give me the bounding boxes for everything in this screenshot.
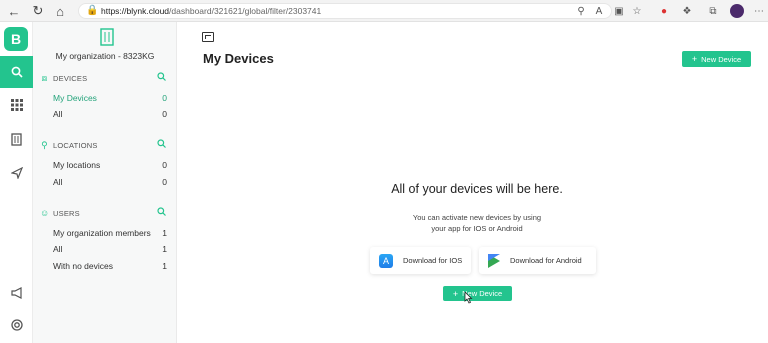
users-section-header: ☺ USERS [40,208,80,218]
sidebar-item-label: My locations [53,160,101,170]
sidebar-item-label: With no devices [53,261,113,271]
empty-state-title: All of your devices will be here. [391,182,563,196]
new-device-button[interactable]: + New Device [682,51,751,67]
item-count: 0 [162,160,167,170]
sidebar-item-label: All [53,177,63,187]
apps-grid-icon[interactable] [0,89,33,121]
sidebar-item-all-users[interactable]: All 1 [53,244,167,256]
more-icon[interactable]: ⋯ [752,4,766,18]
item-count: 0 [162,177,167,187]
sidebar-item-all-locations[interactable]: All 0 [53,177,167,189]
new-device-center-button[interactable]: + New Device [443,286,512,301]
mouse-cursor-icon [464,292,473,304]
page-title: My Devices [203,51,274,66]
button-label: New Device [701,54,742,64]
puzzle-icon[interactable]: ❖ [680,4,694,18]
empty-state-description: You can activate new devices by using yo… [377,212,577,234]
item-count: 1 [162,261,167,271]
sidebar-item-my-locations[interactable]: My locations 0 [53,160,167,172]
favorite-icon[interactable]: ☆ [630,4,644,18]
download-android-button[interactable]: Download for Android [479,247,596,274]
blynk-logo[interactable]: B [4,27,28,51]
lock-icon: 🔒 [86,5,99,16]
sidebar-item-all-devices[interactable]: All 0 [53,109,167,121]
sidebar-item-org-members[interactable]: My organization members 1 [53,228,167,240]
item-count: 1 [162,228,167,238]
sidebar-item-label: All [53,109,63,119]
sidebar-item-label: My Devices [53,93,97,103]
home-icon[interactable]: ⌂ [52,3,68,19]
address-bar[interactable]: 🔒 https://blynk.cloud/dashboard/321621/g… [78,3,612,19]
sidebar-item-label: My organization members [53,228,151,238]
icon-rail: B [0,22,33,343]
extension-icon[interactable]: ● [657,4,671,18]
sidebar-item-my-devices[interactable]: My Devices 0 [53,93,167,105]
send-icon[interactable] [0,157,33,189]
button-label: Download for Android [510,256,582,265]
item-count: 0 [162,109,167,119]
item-count: 0 [162,93,167,103]
browser-toolbar: ← ↻ ⌂ 🔒 https://blynk.cloud/dashboard/32… [0,0,768,22]
search-icon[interactable] [0,56,33,88]
sidebar-item-label: All [53,244,63,254]
cube-icon: ⧈ [41,72,48,83]
profile-avatar[interactable] [730,4,744,18]
reader-icon[interactable]: ▣ [612,4,626,18]
back-icon[interactable]: ← [6,3,22,19]
devices-section-header: ⧈ DEVICES [41,72,88,83]
url-text: https://blynk.cloud/dashboard/321621/glo… [101,6,322,16]
megaphone-icon[interactable] [0,277,33,309]
key-icon[interactable]: ⚲ [574,4,588,18]
location-pin-icon: ⚲ [41,139,48,150]
organization-name[interactable]: My organization - 8323KG [33,51,177,61]
collections-icon[interactable]: ⧉ [706,4,720,18]
plus-icon: + [691,54,698,64]
organization-sidebar: My organization - 8323KG ⧈ DEVICES My Dev… [33,22,177,343]
download-ios-button[interactable]: A Download for IOS [370,247,471,274]
description-line: your app for IOS or Android [431,224,523,233]
read-aloud-icon[interactable]: A [592,4,606,18]
plus-icon: + [452,288,459,299]
description-line: You can activate new devices by using [412,213,542,222]
refresh-icon[interactable]: ↻ [30,3,46,19]
building-icon[interactable] [0,123,33,155]
main-content: My Devices + New Device All of your devi… [177,22,768,343]
locations-search-icon[interactable] [157,139,166,150]
sidebar-item-no-devices[interactable]: With no devices 1 [53,261,167,273]
users-search-icon[interactable] [157,207,166,218]
item-count: 1 [162,244,167,254]
locations-section-header: ⚲ LOCATIONS [41,139,98,150]
devices-search-icon[interactable] [157,72,166,83]
user-icon: ☺ [40,208,50,218]
google-play-icon [488,253,500,268]
button-label: Download for IOS [403,256,463,265]
expand-icon[interactable] [202,32,214,42]
organization-icon [99,28,115,46]
app-store-icon: A [379,253,393,268]
help-ring-icon[interactable] [0,309,33,341]
